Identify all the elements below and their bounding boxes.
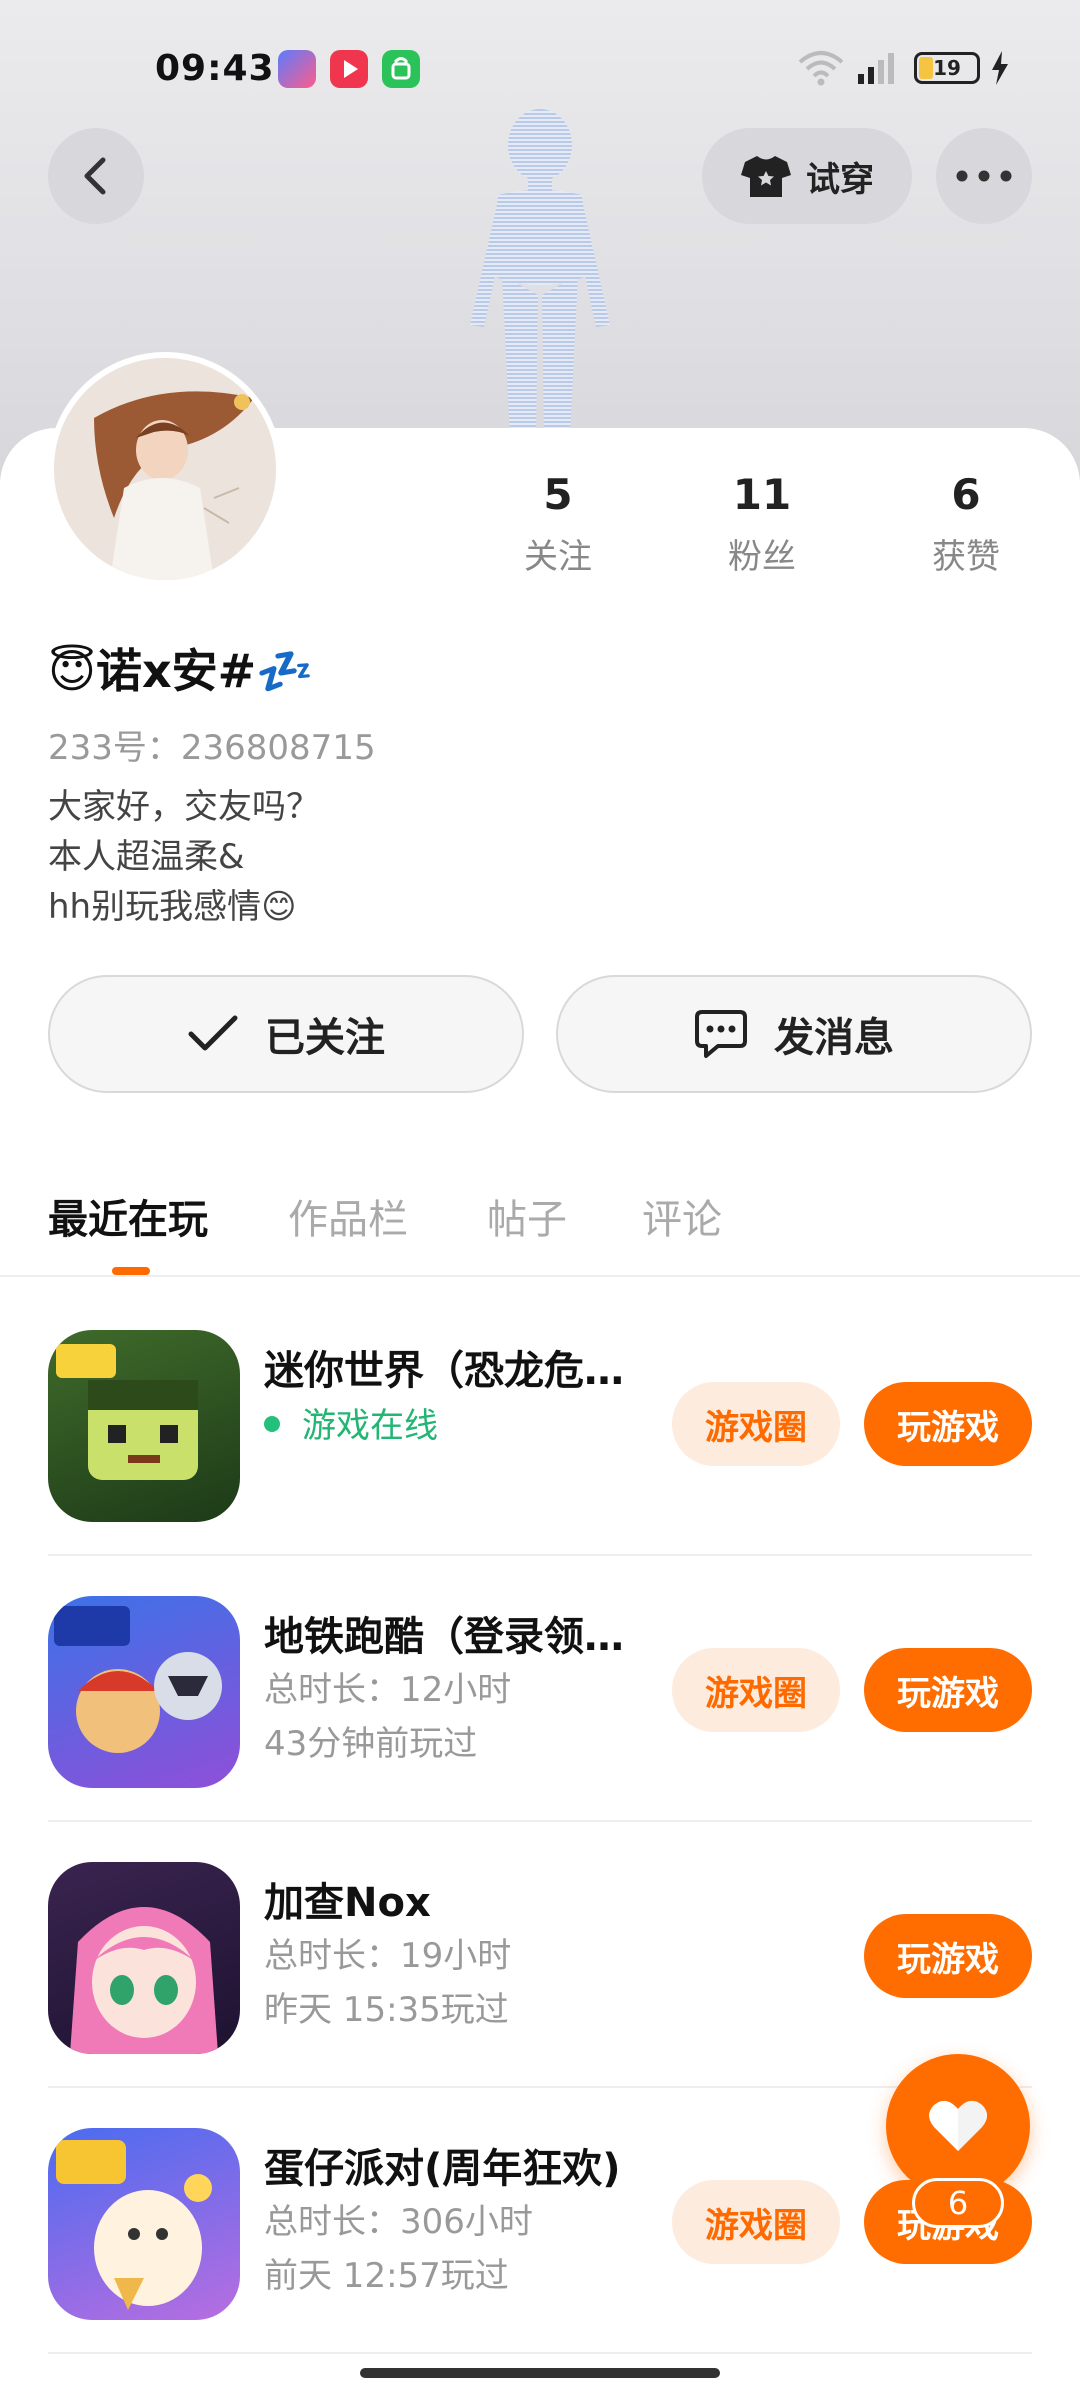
like-count-badge: 6 (912, 2178, 1004, 2228)
game-circle-button[interactable]: 游戏圈 (672, 1382, 840, 1466)
followers-count: 11 (732, 470, 792, 519)
game-last-played: 43分钟前玩过 (264, 1724, 478, 1764)
game-title: 加查Nox (264, 1880, 431, 1926)
game-list-item[interactable]: 加查Nox 总时长：19小时 昨天 15:35玩过 玩游戏 (48, 1822, 1032, 2088)
game-last-played: 前天 12:57玩过 (264, 2256, 509, 2296)
send-message-label: 发消息 (774, 1015, 894, 1061)
try-on-button[interactable]: 试穿 (702, 128, 912, 224)
shopping-app-icon (382, 50, 420, 88)
following-count: 5 (543, 470, 573, 519)
followed-button[interactable]: 已关注 (48, 975, 524, 1093)
game-circle-button[interactable]: 游戏圈 (672, 1648, 840, 1732)
battery-level: 19 (933, 56, 961, 80)
followers-label: 粉丝 (728, 537, 796, 577)
game-title: 地铁跑酷（登录领奖） (264, 1614, 654, 1660)
game-last-played: 昨天 15:35玩过 (264, 1990, 509, 2030)
stat-following[interactable]: 5 关注 (478, 470, 638, 578)
wifi-icon (798, 51, 844, 86)
game-total-time: 总时长：306小时 (264, 2202, 533, 2242)
followed-label: 已关注 (265, 1015, 385, 1061)
tab-comments[interactable]: 评论 (642, 1187, 722, 1245)
more-button[interactable] (936, 128, 1032, 224)
stat-followers[interactable]: 11 粉丝 (682, 470, 842, 578)
game-online-status: 游戏在线 (264, 1398, 438, 1447)
stat-likes[interactable]: 6 获赞 (886, 470, 1046, 578)
more-dots-icon (956, 170, 1012, 182)
chevron-left-icon (84, 157, 106, 195)
game-list-item[interactable]: 蛋仔派对(周年狂欢) 总时长：306小时 前天 12:57玩过 游戏圈 玩游戏 (48, 2088, 1032, 2354)
like-button[interactable] (886, 2054, 1030, 2198)
tab-posts[interactable]: 帖子 (487, 1187, 567, 1245)
chat-bubble-icon (695, 1010, 747, 1058)
game-list-item[interactable]: 迷你世界（恐龙危机） 游戏在线 游戏圈 玩游戏 (48, 1290, 1032, 1556)
game-total-time: 总时长：19小时 (264, 1936, 512, 1976)
profile-tabs: 最近在玩 作品栏 帖子 评论 (0, 1175, 1080, 1277)
avatar-figure-hologram (470, 109, 610, 435)
following-label: 关注 (524, 537, 592, 577)
game-icon-subway-surfers[interactable] (48, 1596, 240, 1788)
try-on-label: 试穿 (806, 159, 874, 200)
game-icon-eggy-party[interactable] (48, 2128, 240, 2320)
online-dot-icon (264, 1415, 280, 1432)
user-id: 233号：236808715 (48, 728, 376, 768)
game-circle-button[interactable]: 游戏圈 (672, 2180, 840, 2264)
tab-recently-played[interactable]: 最近在玩 (48, 1187, 208, 1245)
play-game-button[interactable]: 玩游戏 (864, 1382, 1032, 1466)
check-icon (188, 1015, 238, 1051)
home-indicator[interactable] (360, 2368, 720, 2378)
nickname: 😇诺x安#💤 (48, 644, 314, 698)
game-online-label: 游戏在线 (302, 1406, 438, 1446)
likes-count: 6 (951, 470, 981, 519)
game-icon-mini-world[interactable] (48, 1330, 240, 1522)
status-icons: 19 (798, 46, 1010, 90)
status-bar: 09:43 19 (0, 0, 1080, 130)
charging-icon (992, 51, 1008, 85)
signal-icon (858, 53, 894, 84)
tab-works[interactable]: 作品栏 (288, 1187, 408, 1245)
play-game-button[interactable]: 玩游戏 (864, 1648, 1032, 1732)
video-app-icon (330, 50, 368, 88)
heart-icon (929, 2100, 987, 2151)
game-list-item[interactable]: 地铁跑酷（登录领奖） 总时长：12小时 43分钟前玩过 游戏圈 玩游戏 (48, 1556, 1032, 1822)
play-game-button[interactable]: 玩游戏 (864, 1914, 1032, 1998)
likes-label: 获赞 (932, 537, 1000, 577)
bio: 大家好，交友吗？ 本人超温柔& hh别玩我感情😊 (48, 787, 320, 927)
app-notification-icon (278, 50, 316, 88)
game-title: 蛋仔派对(周年狂欢) (264, 2146, 621, 2192)
battery-icon: 19 (914, 52, 980, 84)
game-icon-gacha-nox[interactable] (48, 1862, 240, 2054)
status-time: 09:43 (155, 48, 275, 89)
tshirt-icon (741, 156, 791, 197)
game-total-time: 总时长：12小时 (264, 1670, 512, 1710)
avatar-illustration (54, 358, 276, 580)
game-title: 迷你世界（恐龙危机） (264, 1348, 654, 1394)
send-message-button[interactable]: 发消息 (556, 975, 1032, 1093)
active-tab-indicator (112, 1267, 150, 1275)
back-button[interactable] (48, 128, 144, 224)
avatar[interactable] (48, 352, 282, 586)
